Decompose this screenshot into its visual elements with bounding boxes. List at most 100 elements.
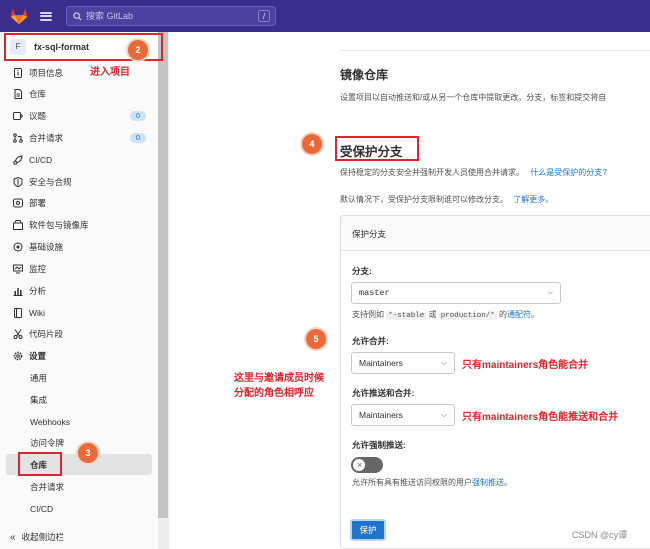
sidebar-item-infrastructure[interactable]: 基础设施 [0,236,158,257]
sidebar-item-label: 合并请求 [29,132,64,143]
chart-icon [12,285,23,296]
sidebar-item-repository[interactable]: 仓库 [0,83,158,104]
learn-more-link[interactable]: 了解更多。 [513,195,553,204]
rocket-icon [12,154,23,165]
allowed-to-merge-label: 允许合并: [352,336,389,346]
wildcard-hint: 支持例如 *-stable 或 production/* 的通配符。 [352,310,539,320]
annotation-role-note-line1: 这里与邀请成员时候 [234,373,324,384]
sidebar-item-label: 基础设施 [29,241,64,252]
allow-force-push-label: 允许强制推送: [352,440,406,450]
allowed-to-merge-select[interactable]: Maintainers ⌵ [351,352,455,374]
allowed-to-push-select[interactable]: Maintainers ⌵ [351,404,455,426]
annotation-role-note-line2: 分配的角色相呼应 [234,388,314,399]
doc-icon [12,88,23,99]
sidebar-item-label: 设置 [29,350,47,361]
section-divider [340,50,650,51]
settings-sub-webhooks[interactable]: Webhooks [0,411,158,432]
annotation-number-5: 5 [306,329,326,349]
watermark: CSDN @cy谭 [572,530,628,540]
allowed-to-merge-value: Maintainers [359,358,403,368]
sidebar-scrollbar[interactable] [158,32,168,518]
merge-requests-count-badge: 0 [130,132,146,143]
sidebar-item-wiki[interactable]: Wiki [0,302,158,323]
protect-branch-card-header: 保护分支 [340,215,650,251]
settings-sub-cicd[interactable]: CI/CD [0,498,158,519]
mirror-section-title: 镜像仓库 [340,68,389,82]
gitlab-logo-icon[interactable] [8,5,30,27]
search-box[interactable]: / [66,6,276,26]
hint-code-stable: *-stable [386,312,427,320]
annotation-merge-note: 只有maintainers角色能合并 [462,360,589,371]
sidebar-item-label: 项目信息 [29,67,64,78]
scissors-icon [12,328,23,339]
sidebar-item-label: 安全与合规 [29,176,72,187]
sidebar-item-label: 软件包与镜像库 [29,219,89,230]
default-restriction-description: 默认情况下，受保护分支限制谁可以修改分支。 了解更多。 [340,195,554,204]
sidebar-item-label: 代码片段 [29,328,64,339]
sidebar-item-project-info[interactable]: 项目信息 [0,62,158,83]
branch-select[interactable]: master ⌵ [351,282,561,304]
sidebar-item-settings[interactable]: 设置 [0,345,158,366]
annotation-number-3: 3 [78,443,98,463]
sidebar-item-label: CI/CD [29,154,53,165]
menu-icon[interactable] [40,11,52,21]
annotation-number-2: 2 [128,40,148,60]
collapse-sidebar-label: 收起侧边栏 [21,532,65,542]
force-push-description: 允许所有具有推送访问权限的用户强制推送。 [352,478,512,487]
chevron-down-icon: ⌵ [440,410,447,419]
sidebar-item-label: 分析 [29,285,47,296]
chevron-down-icon: ⌵ [440,358,447,367]
sidebar-item-issues[interactable]: 议题 0 [0,105,158,126]
sidebar-item-merge-requests[interactable]: 合并请求 0 [0,127,158,148]
sidebar-scrollbar-track [158,518,168,549]
annotation-number-4: 4 [302,134,322,154]
main-divider [168,32,169,549]
settings-sub-integrations[interactable]: 集成 [0,389,158,410]
protected-branches-description: 保持稳定的分支安全并强制开发人员使用合并请求。 什么是受保护的分支? [340,168,607,177]
sidebar-item-packages[interactable]: 软件包与镜像库 [0,214,158,235]
sidebar-item-analytics[interactable]: 分析 [0,280,158,301]
issue-icon [12,110,23,121]
mirror-section-description: 设置项目以自动推送和/或从另一个仓库中提取更改。分支，标签和提交将自 [340,93,607,102]
highlight-repository-box [18,452,62,476]
force-push-toggle[interactable]: × [351,457,383,473]
settings-sub-merge-requests[interactable]: 合并请求 [0,476,158,497]
search-input[interactable] [86,11,256,21]
cloud-icon [12,241,23,252]
protected-branches-title: 受保护分支 [340,145,403,159]
close-icon: × [357,460,363,470]
collapse-sidebar-button[interactable]: « 收起侧边栏 [0,528,158,546]
search-icon [73,11,82,20]
sidebar-item-label: 仓库 [29,88,47,99]
book-icon [12,307,23,318]
hint-code-production: production/* [438,312,497,320]
shield-icon [12,176,23,187]
sidebar-item-label: 监控 [29,263,47,274]
sidebar-item-cicd[interactable]: CI/CD [0,149,158,170]
sidebar-item-security[interactable]: 安全与合规 [0,171,158,192]
gear-icon [12,350,23,361]
sidebar-item-label: Wiki [29,307,46,318]
protected-branches-help-link[interactable]: 什么是受保护的分支? [530,168,606,177]
wildcard-link[interactable]: 通配符 [507,310,531,319]
search-shortcut-key: / [258,10,270,22]
protect-branch-card [340,215,650,549]
merge-icon [12,132,23,143]
sidebar-item-deploy[interactable]: 部署 [0,192,158,213]
annotation-push-note: 只有maintainers角色能推送和合并 [462,412,619,423]
branch-label: 分支: [352,266,372,276]
allowed-to-push-value: Maintainers [359,410,403,420]
sidebar-item-monitor[interactable]: 监控 [0,258,158,279]
issues-count-badge: 0 [130,110,146,121]
branch-select-value: master [359,288,390,298]
sidebar-item-label: 部署 [29,197,47,208]
sidebar-item-label: 议题 [29,110,47,121]
top-bar: / [0,0,650,32]
toggle-knob: × [353,459,365,471]
protect-button[interactable]: 保护 [350,519,386,541]
package-icon [12,219,23,230]
sidebar-item-snippets[interactable]: 代码片段 [0,323,158,344]
info-icon [12,67,23,78]
force-push-link[interactable]: 强制推送 [472,478,504,487]
settings-sub-general[interactable]: 通用 [0,367,158,388]
